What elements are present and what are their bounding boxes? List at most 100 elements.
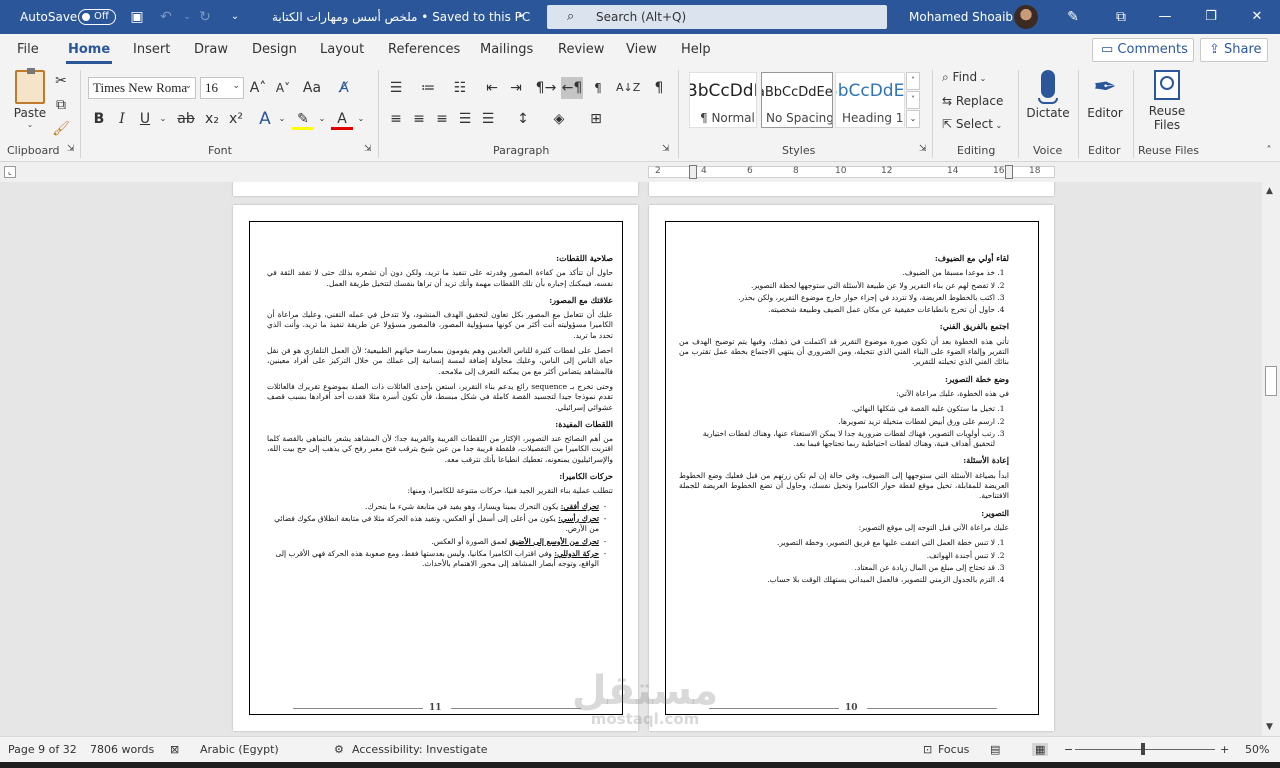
minimize-button[interactable]: — [1150,6,1180,28]
ltr-direction-icon[interactable]: ¶→ [535,77,557,99]
decrease-indent-icon[interactable]: ⇤ [481,77,503,99]
document-title[interactable]: ملخص أسس ومهارات الكتابة • Saved to this… [272,10,530,24]
tab-help[interactable]: Help [681,42,711,57]
line-spacing-icon[interactable]: ↕ [512,108,534,130]
tab-review[interactable]: Review [558,42,604,57]
right-indent-marker-icon[interactable] [1005,165,1013,179]
scroll-down-icon[interactable]: ▼ [1266,722,1273,732]
tab-home[interactable]: Home [65,42,113,64]
document-area[interactable]: صلاحية اللقطات: حاول أن تتأكد من كفاءة ا… [0,182,1262,736]
rtl-direction-icon[interactable]: ←¶ [561,77,583,99]
format-painter-icon[interactable]: 🖌 [50,118,72,140]
pilcrow-small-icon[interactable]: ¶ [587,77,609,99]
tab-design[interactable]: Design [252,42,297,57]
borders-icon[interactable]: ⊞ [585,108,607,130]
close-button[interactable]: ✕ [1242,6,1272,28]
align-left-icon[interactable]: ≡ [385,108,407,130]
styles-more-icon[interactable]: ⌄ [906,110,920,128]
shading-icon[interactable]: ◈ [548,108,570,130]
tab-mailings[interactable]: Mailings [480,42,533,57]
zoom-slider-track[interactable] [1075,749,1215,750]
zoom-slider-thumb[interactable] [1141,743,1145,755]
font-family-combo[interactable]: Times New Roma ⌄ [88,77,196,99]
styles-scroll-down-icon[interactable]: ˅ [906,91,920,109]
search-box[interactable]: ⌕ Search (Alt+Q) [547,5,887,29]
tab-selector-icon[interactable]: ⌞ [4,166,16,178]
tab-file[interactable]: File [17,42,39,57]
paragraph-launcher-icon[interactable]: ⇲ [662,144,670,154]
zoom-level[interactable]: 50% [1245,743,1269,756]
focus-icon[interactable]: ⊡ [923,743,932,756]
horizontal-ruler[interactable]: 2 4 6 8 10 12 14 16 18 [648,165,1055,179]
increase-indent-icon[interactable]: ⇥ [505,77,527,99]
sort-icon[interactable]: A↓Z [616,77,640,99]
print-layout-icon[interactable]: ▦ [1032,743,1049,756]
styles-scroll-up-icon[interactable]: ˄ [906,72,920,90]
reuse-files-button[interactable]: Reuse Files [1140,70,1194,132]
change-case-icon[interactable]: Aa [301,77,323,99]
read-mode-icon[interactable]: ▤ [990,743,1000,756]
replace-button[interactable]: ⇆ Replace [942,94,1003,108]
page-count[interactable]: Page 9 of 32 [8,743,77,756]
clipboard-launcher-icon[interactable]: ⇲ [67,144,75,154]
title-dropdown-icon[interactable]: ⌄ [516,6,526,20]
focus-mode-button[interactable]: Focus [938,743,969,756]
text-effects-dropdown-icon[interactable]: ⌄ [271,108,293,130]
tab-layout[interactable]: Layout [320,42,364,57]
numbering-icon[interactable]: ≔ [417,77,439,99]
redo-icon[interactable]: ↻ [196,8,214,26]
customize-toolbar-icon[interactable]: ⌄ [226,8,244,26]
save-icon[interactable]: ▣ [128,8,146,26]
find-button[interactable]: ⌕ Find ⌄ [942,70,986,85]
font-color-dropdown-icon[interactable]: ⌄ [350,108,372,130]
italic-icon[interactable]: I [111,108,133,130]
tab-draw[interactable]: Draw [194,42,228,57]
justify-icon[interactable]: ☰ [454,108,476,130]
strikethrough-icon[interactable]: ab [175,108,197,130]
language-indicator[interactable]: Arabic (Egypt) [200,743,279,756]
undo-dropdown-icon[interactable]: ⌄ [178,8,196,26]
undo-icon[interactable]: ↶ [157,8,175,26]
multilevel-list-icon[interactable]: ☷ [449,77,471,99]
highlight-dropdown-icon[interactable]: ⌄ [311,108,333,130]
editor-button[interactable]: ✒ Editor [1083,70,1127,120]
word-count[interactable]: 7806 words [90,743,154,756]
subscript-icon[interactable]: x₂ [201,108,223,130]
underline-dropdown-icon[interactable]: ⌄ [152,108,174,130]
font-size-combo[interactable]: 16 ⌄ [200,77,244,99]
ribbon-display-icon[interactable]: ⧉ [1112,8,1130,26]
zoom-in-icon[interactable]: + [1220,743,1229,756]
style-no-spacing[interactable]: AaBbCcDdEe No Spacing [761,72,833,128]
cut-icon[interactable]: ✂ [50,70,72,92]
paste-button[interactable]: Paste ⌄ [12,68,48,129]
justify-low-icon[interactable]: ☰ [477,108,499,130]
style-normal[interactable]: AaBbCcDdEe ¶ Normal [689,72,757,128]
comments-button[interactable]: ▭ Comments [1092,38,1194,62]
select-button[interactable]: ⇱ Select ⌄ [942,117,1002,131]
pen-icon[interactable]: ✎ [1064,8,1082,26]
proofing-icon[interactable]: ⊠ [170,743,179,756]
font-launcher-icon[interactable]: ⇲ [364,144,372,154]
grow-font-icon[interactable]: A˄ [247,77,269,99]
superscript-icon[interactable]: x² [225,108,247,130]
shrink-font-icon[interactable]: A˅ [272,77,294,99]
zoom-out-icon[interactable]: − [1064,743,1073,756]
tab-references[interactable]: References [388,42,460,57]
scroll-thumb[interactable] [1265,366,1277,396]
autosave-toggle[interactable]: Off [78,9,116,25]
show-marks-icon[interactable]: ¶ [648,77,670,99]
share-button[interactable]: ⇪ Share [1200,38,1268,62]
scroll-up-icon[interactable]: ▲ [1266,186,1273,196]
align-center-icon[interactable]: ≡ [408,108,430,130]
style-heading-1[interactable]: AaBbCcDdEe Heading 1 [835,72,905,128]
align-right-icon[interactable]: ≡ [431,108,453,130]
vertical-scrollbar[interactable]: ▲ ▼ [1262,182,1280,736]
page-10[interactable]: لقاء أولي مع الضيوف: خذ موعدا مسبقا من ا… [649,205,1054,731]
page-11[interactable]: صلاحية اللقطات: حاول أن تتأكد من كفاءة ا… [233,205,638,731]
user-name[interactable]: Mohamed Shoaib [909,10,1013,24]
bullets-icon[interactable]: ☰ [385,77,407,99]
avatar[interactable] [1014,5,1038,29]
styles-launcher-icon[interactable]: ⇲ [919,144,927,154]
clear-formatting-icon[interactable]: A̸ [333,77,355,99]
tab-view[interactable]: View [626,42,657,57]
